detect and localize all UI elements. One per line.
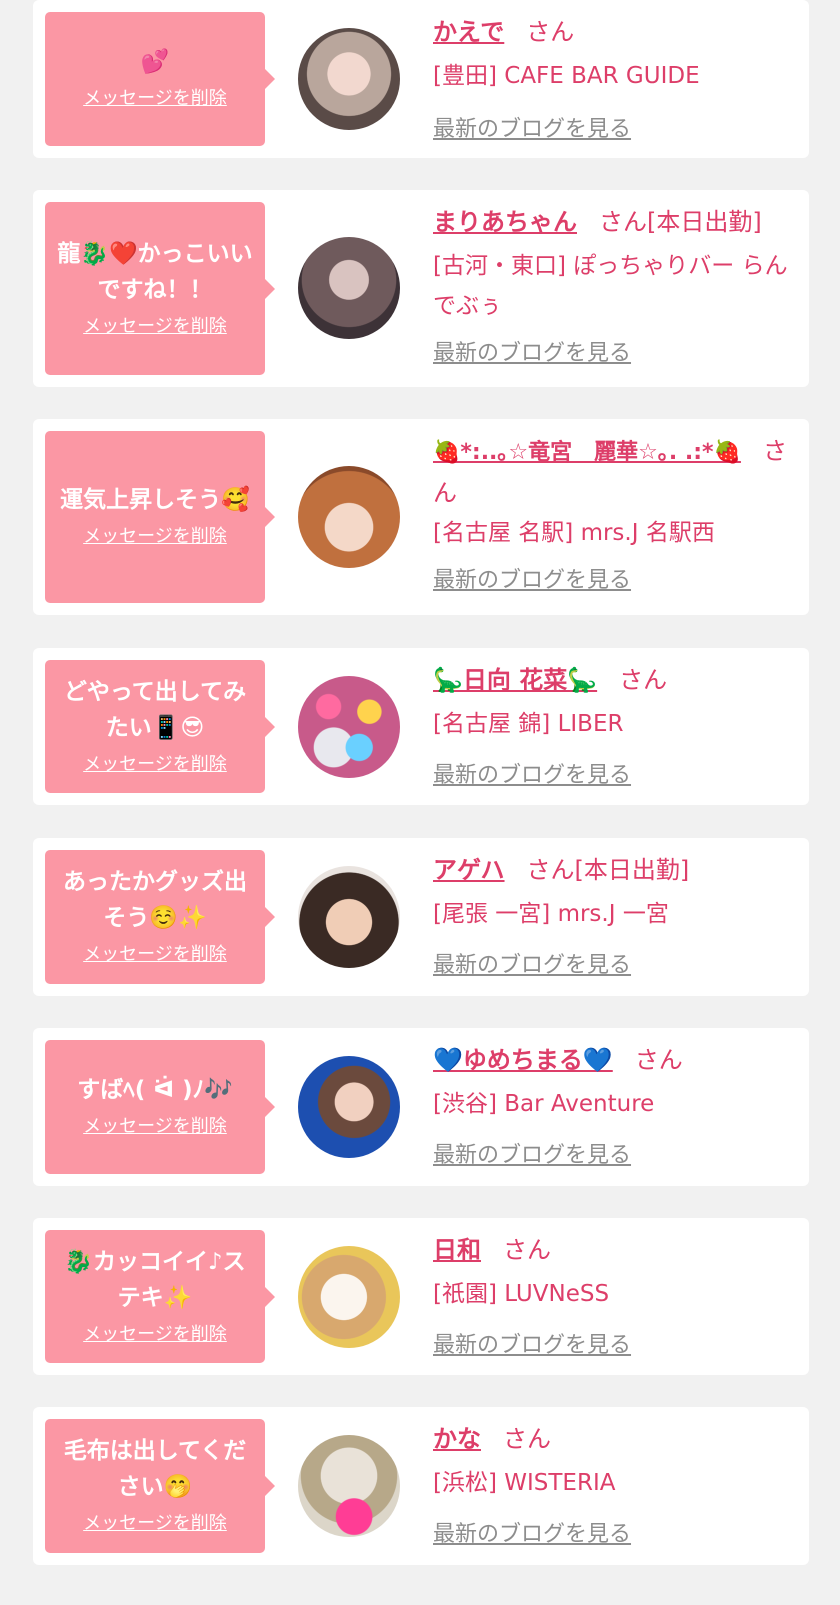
shop-name: [浜松] WISTERIA	[433, 1470, 616, 1496]
message-text: 龍🐉❤️かっこいいですね！！	[57, 240, 253, 303]
honorific: さん	[634, 1046, 683, 1074]
cast-info: 🍓*:..｡☆竜宮 麗華☆｡. .:*🍓 さん [名古屋 名駅] mrs.J 名駅…	[433, 431, 789, 597]
blog-link[interactable]: 最新のブログを見る	[433, 760, 631, 792]
blog-link[interactable]: 最新のブログを見る	[433, 114, 631, 146]
avatar[interactable]	[298, 237, 400, 339]
honorific: さん	[619, 666, 668, 694]
shop-name: [尾張 一宮] mrs.J 一宮	[433, 901, 669, 927]
blog-link[interactable]: 最新のブログを見る	[433, 1140, 631, 1172]
delete-message-link[interactable]: メッセージを削除	[83, 750, 227, 780]
cast-name-link[interactable]: 🦕日向 花菜🦕	[433, 666, 597, 694]
message-text: 🐉カッコイイ♪ステキ✨	[64, 1248, 246, 1311]
honorific: さん	[503, 1236, 551, 1264]
message-card: 💕 メッセージを削除 かえで さん [豊田] CAFE BAR GUIDE 最新の…	[33, 0, 809, 158]
message-bubble: 毛布は出してください🤭 メッセージを削除	[45, 1419, 275, 1553]
blog-link[interactable]: 最新のブログを見る	[433, 338, 631, 370]
avatar[interactable]	[298, 1246, 400, 1348]
cast-info: まりあちゃん さん[本日出勤] [古河・東口] ぽっちゃりバー らんでぶぅ 最新の…	[433, 202, 789, 370]
blog-link[interactable]: 最新のブログを見る	[433, 1330, 631, 1362]
avatar[interactable]	[298, 28, 400, 130]
delete-message-link[interactable]: メッセージを削除	[83, 84, 227, 114]
delete-message-link[interactable]: メッセージを削除	[83, 312, 227, 342]
message-card: 龍🐉❤️かっこいいですね！！ メッセージを削除 まりあちゃん さん[本日出勤] […	[33, 190, 809, 387]
message-card: あったかグッズ出そう☺️✨ メッセージを削除 アゲハ さん[本日出勤] [尾張 一…	[33, 838, 809, 996]
cast-name-link[interactable]: かな	[433, 1425, 481, 1453]
cast-name-link[interactable]: まりあちゃん	[433, 208, 577, 236]
message-card: どやって出してみたい📱😎 メッセージを削除 🦕日向 花菜🦕 さん [名古屋 錦] …	[33, 648, 809, 805]
message-bubble: 運気上昇しそう🥰 メッセージを削除	[45, 431, 275, 603]
avatar[interactable]	[298, 676, 400, 778]
message-bubble: あったかグッズ出そう☺️✨ メッセージを削除	[45, 850, 275, 984]
avatar[interactable]	[298, 466, 400, 568]
honorific: さん	[503, 1425, 551, 1453]
avatar[interactable]	[298, 1056, 400, 1158]
shop-name: [渋谷] Bar Aventure	[433, 1091, 655, 1117]
avatar[interactable]	[298, 866, 400, 968]
delete-message-link[interactable]: メッセージを削除	[83, 522, 227, 552]
cast-name-link[interactable]: かえで	[433, 18, 504, 46]
message-text: すばﾍ( ᐛ )ﾉ🎶	[77, 1077, 233, 1103]
cast-info: アゲハ さん[本日出勤] [尾張 一宮] mrs.J 一宮 最新のブログを見る	[433, 850, 789, 982]
status-label: [本日出勤]	[574, 856, 690, 884]
blog-link[interactable]: 最新のブログを見る	[433, 565, 631, 597]
cast-name-link[interactable]: 🍓*:..｡☆竜宮 麗華☆｡. .:*🍓	[433, 440, 741, 465]
message-bubble: どやって出してみたい📱😎 メッセージを削除	[45, 660, 275, 793]
cast-name-link[interactable]: アゲハ	[433, 856, 505, 884]
message-list: 💕 メッセージを削除 かえで さん [豊田] CAFE BAR GUIDE 最新の…	[0, 0, 840, 1605]
cast-info: かな さん [浜松] WISTERIA 最新のブログを見る	[433, 1419, 789, 1551]
delete-message-link[interactable]: メッセージを削除	[83, 940, 227, 970]
message-card: 🐉カッコイイ♪ステキ✨ メッセージを削除 日和 さん [祇園] LUVNeSS 最…	[33, 1218, 809, 1375]
shop-name: [名古屋 名駅] mrs.J 名駅西	[433, 520, 715, 546]
avatar[interactable]	[298, 1435, 400, 1537]
delete-message-link[interactable]: メッセージを削除	[83, 1320, 227, 1350]
honorific: さん	[526, 18, 575, 46]
cast-info: 🦕日向 花菜🦕 さん [名古屋 錦] LIBER 最新のブログを見る	[433, 660, 789, 792]
cast-info: 💙ゆめちまる💙 さん [渋谷] Bar Aventure 最新のブログを見る	[433, 1040, 789, 1172]
message-card: すばﾍ( ᐛ )ﾉ🎶 メッセージを削除 💙ゆめちまる💙 さん [渋谷] Bar A…	[33, 1028, 809, 1186]
message-bubble: すばﾍ( ᐛ )ﾉ🎶 メッセージを削除	[45, 1040, 275, 1174]
message-text: 毛布は出してください🤭	[63, 1438, 247, 1500]
status-label: [本日出勤]	[647, 208, 762, 236]
delete-message-link[interactable]: メッセージを削除	[83, 1509, 227, 1539]
delete-message-link[interactable]: メッセージを削除	[83, 1112, 227, 1142]
blog-link[interactable]: 最新のブログを見る	[433, 1519, 631, 1551]
message-text: どやって出してみたい📱😎	[63, 678, 247, 741]
shop-name: [古河・東口] ぽっちゃりバー らんでぶぅ	[433, 253, 788, 319]
honorific: さん	[526, 856, 575, 884]
blog-link[interactable]: 最新のブログを見る	[433, 950, 631, 982]
message-text: あったかグッズ出そう☺️✨	[63, 869, 247, 931]
shop-name: [名古屋 錦] LIBER	[433, 711, 624, 737]
cast-info: かえで さん [豊田] CAFE BAR GUIDE 最新のブログを見る	[433, 12, 789, 146]
cast-name-link[interactable]: 💙ゆめちまる💙	[433, 1046, 613, 1074]
cast-info: 日和 さん [祇園] LUVNeSS 最新のブログを見る	[433, 1230, 789, 1362]
message-card: 運気上昇しそう🥰 メッセージを削除 🍓*:..｡☆竜宮 麗華☆｡. .:*🍓 さん…	[33, 419, 809, 615]
shop-name: [祇園] LUVNeSS	[433, 1281, 610, 1307]
message-bubble: 龍🐉❤️かっこいいですね！！ メッセージを削除	[45, 202, 275, 375]
shop-name: [豊田] CAFE BAR GUIDE	[433, 63, 700, 89]
cast-name-link[interactable]: 日和	[433, 1236, 481, 1264]
message-card: 毛布は出してください🤭 メッセージを削除 かな さん [浜松] WISTERIA …	[33, 1407, 809, 1565]
message-bubble: 💕 メッセージを削除	[45, 12, 275, 146]
message-text: 運気上昇しそう🥰	[60, 487, 250, 513]
honorific: さん	[599, 208, 647, 236]
message-text: 💕	[140, 49, 170, 75]
message-bubble: 🐉カッコイイ♪ステキ✨ メッセージを削除	[45, 1230, 275, 1363]
